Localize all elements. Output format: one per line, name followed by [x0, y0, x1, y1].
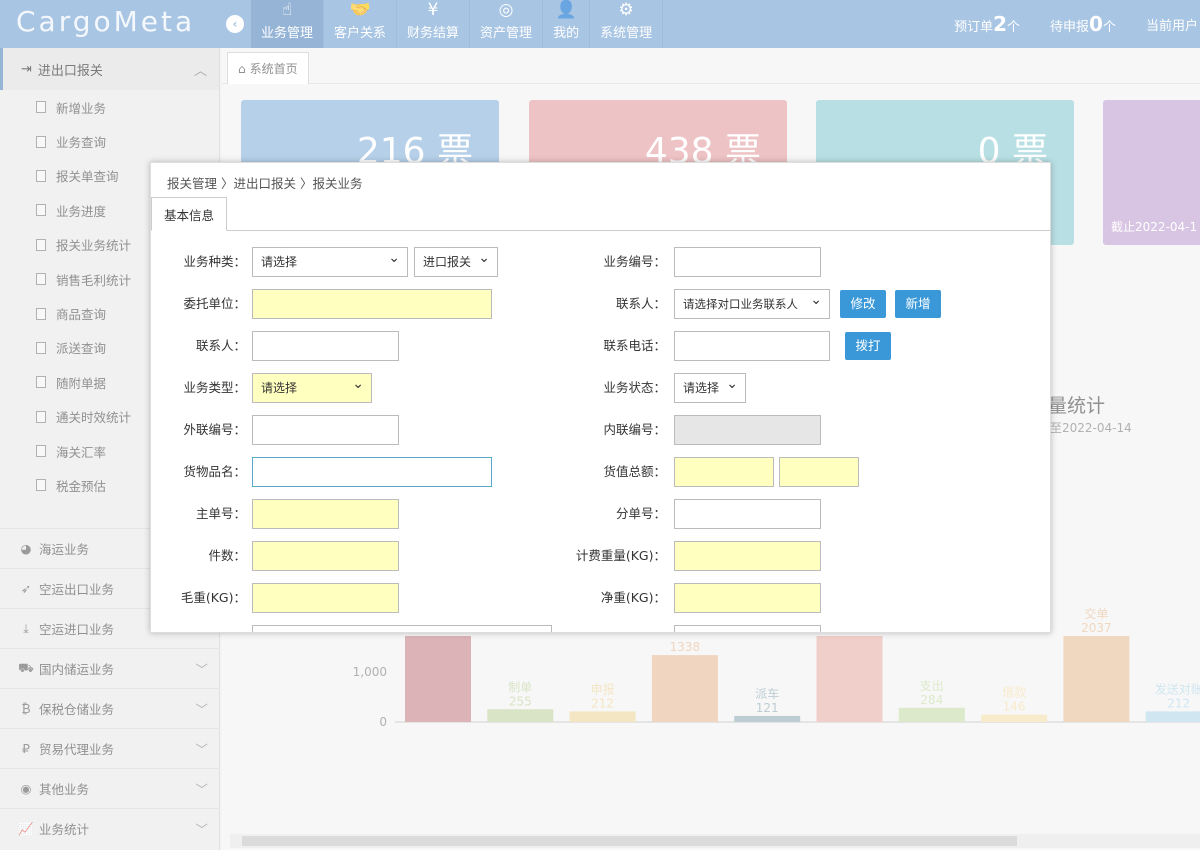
client-label: 委托单位： [183, 296, 246, 311]
biz-kind-label: 业务种类： [183, 254, 246, 269]
customs-business-dialog: 报关管理 〉进出口报关 〉报关业务 基本信息 业务种类： 请选择 进口报关 业务… [150, 162, 1051, 633]
gross-weight-label: 毛重(KG)： [180, 590, 246, 605]
goods-currency-input[interactable] [779, 457, 859, 487]
biz-no-input[interactable] [674, 247, 821, 277]
phone-label: 联系电话： [603, 338, 666, 353]
biz-status-select[interactable]: 请选择 [674, 370, 746, 403]
contact-input[interactable] [252, 331, 399, 361]
master-no-label: 主单号： [195, 506, 246, 521]
dialog-tabs: 基本信息 [151, 197, 1050, 231]
tab-basic-info[interactable]: 基本信息 [151, 197, 228, 231]
biz-no-label: 业务编号： [603, 254, 666, 269]
edit-button[interactable]: 修改 [840, 290, 886, 318]
next-row-input-right[interactable] [674, 625, 821, 632]
charge-weight-input[interactable] [674, 541, 821, 571]
int-no-label: 内联编号： [603, 422, 666, 437]
charge-weight-label: 计费重量(KG)： [575, 548, 666, 563]
biz-status-label: 业务状态： [603, 380, 666, 395]
int-no-input [674, 415, 821, 445]
client-input[interactable] [252, 289, 492, 319]
contact-select-label: 联系人： [615, 296, 666, 311]
next-row-input[interactable] [252, 625, 552, 632]
goods-label: 货物品名： [183, 464, 246, 479]
breadcrumb: 报关管理 〉进出口报关 〉报关业务 [167, 176, 363, 191]
contact-label: 联系人： [195, 338, 246, 353]
net-weight-label: 净重(KG)： [600, 590, 666, 605]
contact-select[interactable]: 请选择对口业务联系人 [674, 286, 830, 319]
master-no-input[interactable] [252, 499, 399, 529]
ext-no-input[interactable] [252, 415, 399, 445]
pieces-label: 件数： [208, 548, 246, 563]
phone-input[interactable] [674, 331, 830, 361]
gross-weight-input[interactable] [252, 583, 399, 613]
biz-type-label: 业务类型： [183, 380, 246, 395]
dial-button[interactable]: 拨打 [845, 332, 891, 360]
biz-kind-select[interactable]: 请选择 [252, 244, 408, 277]
goods-total-input[interactable] [674, 457, 774, 487]
net-weight-input[interactable] [674, 583, 821, 613]
sub-no-input[interactable] [674, 499, 821, 529]
biz-type-select[interactable]: 请选择 [252, 370, 372, 403]
goods-total-label: 货值总额： [603, 464, 666, 479]
add-button[interactable]: 新增 [895, 290, 941, 318]
sub-no-label: 分单号： [615, 506, 666, 521]
biz-kind-subselect[interactable]: 进口报关 [414, 244, 498, 277]
ext-no-label: 外联编号： [183, 422, 246, 437]
pieces-input[interactable] [252, 541, 399, 571]
goods-input[interactable] [252, 457, 492, 487]
